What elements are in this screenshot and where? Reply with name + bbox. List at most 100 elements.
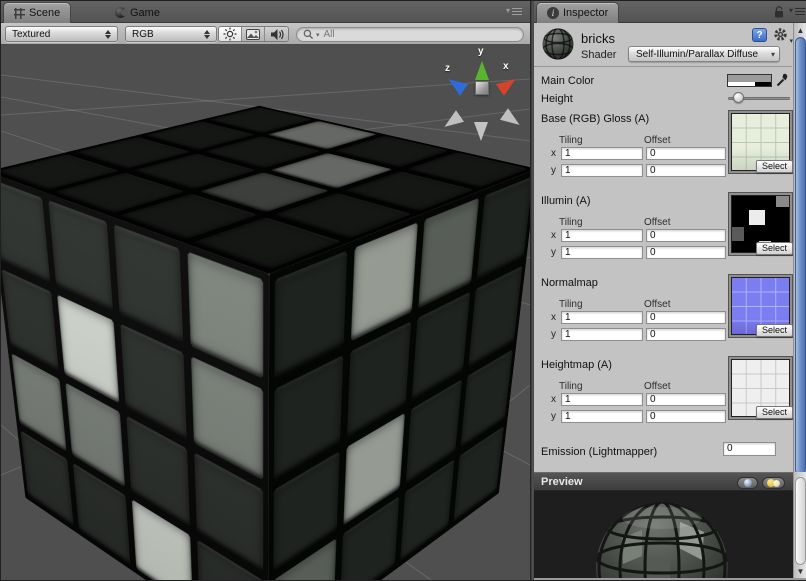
select-button[interactable]: Select	[756, 242, 793, 255]
height-slider-knob[interactable]	[733, 92, 744, 103]
tiling-x-field[interactable]: 1	[561, 311, 643, 324]
gizmo-x-axis-cone[interactable]	[496, 73, 520, 95]
cube-tile-right	[468, 266, 522, 367]
shader-label: Shader	[581, 49, 616, 61]
inspector-pane-menu-icon[interactable]: ▾	[789, 7, 805, 15]
select-button[interactable]: Select	[756, 406, 793, 419]
main-color-swatch[interactable]	[727, 74, 772, 87]
offset-y-field[interactable]: 0	[646, 328, 726, 341]
main-color-label: Main Color	[541, 75, 594, 87]
scene-viewport[interactable]: y x z	[1, 45, 530, 580]
offset-header: Offset	[644, 381, 671, 392]
inspector-scrollbar[interactable]: ▲	[793, 23, 806, 472]
tiling-y-field[interactable]: 1	[561, 164, 643, 177]
map-section-illumin: Illumin (A) Select Tiling Offset x 1 0 y…	[534, 193, 806, 275]
y-row-label: y	[551, 165, 556, 176]
scene-tabbar: Scene Game ▾	[1, 1, 530, 23]
scene-pane-menu-icon[interactable]: ▾	[506, 7, 522, 15]
map-label: Illumin (A)	[541, 195, 591, 207]
gizmo-y-axis-cone[interactable]	[475, 61, 489, 80]
shader-dropdown-value: Self-Illumin/Parallax Diffuse	[636, 49, 758, 60]
x-row-label: x	[551, 230, 556, 241]
audio-toggle-button[interactable]	[265, 27, 288, 41]
scene-toolbar: Textured RGB	[1, 23, 530, 45]
inspector-tabbar: i Inspector ▾	[534, 1, 806, 23]
x-row-label: x	[551, 394, 556, 405]
tiling-y-field[interactable]: 1	[561, 246, 643, 259]
gizmo-z-label: z	[445, 63, 450, 74]
render-mode-dropdown[interactable]: Textured	[5, 26, 118, 42]
updown-arrows-icon	[204, 30, 210, 39]
search-scope-label: All	[324, 29, 335, 40]
offset-y-field[interactable]: 0	[646, 246, 726, 259]
y-row-label: y	[551, 411, 556, 422]
tab-game-label: Game	[130, 7, 160, 19]
offset-x-field[interactable]: 0	[646, 147, 726, 160]
tab-inspector[interactable]: i Inspector	[536, 2, 619, 23]
tiling-y-field[interactable]: 1	[561, 410, 643, 423]
lighting-toggle-button[interactable]	[219, 27, 242, 41]
alpha-bar	[728, 82, 771, 86]
search-input[interactable]: ▾ All	[296, 27, 524, 42]
lock-icon[interactable]	[773, 6, 785, 19]
speaker-icon	[270, 28, 284, 41]
scrollbar-thumb[interactable]	[795, 37, 806, 475]
tiling-x-field[interactable]: 1	[561, 393, 643, 406]
select-button[interactable]: Select	[756, 324, 793, 337]
offset-header: Offset	[644, 299, 671, 310]
tiling-y-field[interactable]: 1	[561, 328, 643, 341]
preview-area[interactable]	[534, 491, 806, 578]
tiling-x-field[interactable]: 1	[561, 229, 643, 242]
offset-x-field[interactable]: 0	[646, 229, 726, 242]
gizmo-center-cube[interactable]	[475, 81, 489, 95]
eyedropper-icon[interactable]	[775, 71, 788, 88]
color-mode-value: RGB	[132, 29, 198, 40]
tiling-x-field[interactable]: 1	[561, 147, 643, 160]
tab-scene[interactable]: Scene	[3, 2, 71, 23]
scrollbar-thumb[interactable]	[795, 477, 806, 565]
unity-window: Scene Game ▾ Textured RGB	[0, 0, 806, 581]
map-section-heightmap: Heightmap (A) Select Tiling Offset x 1 0…	[534, 357, 806, 439]
gizmo-x-label: x	[503, 61, 509, 72]
color-mode-dropdown[interactable]: RGB	[125, 26, 217, 42]
skybox-toggle-button[interactable]	[242, 27, 265, 41]
map-label: Base (RGB) Gloss (A)	[541, 113, 649, 125]
preview-sphere	[592, 496, 732, 578]
inspector-pane: i Inspector ▾	[534, 1, 806, 580]
gear-menu-button[interactable]: ▾	[773, 27, 791, 43]
height-label: Height	[541, 93, 573, 105]
shader-dropdown[interactable]: Self-Illumin/Parallax Diffuse ▾	[628, 46, 780, 62]
light-off-icon	[773, 480, 780, 487]
gizmo-z-axis-cone[interactable]	[444, 73, 468, 95]
material-sphere-icon	[541, 27, 575, 61]
select-button[interactable]: Select	[756, 160, 793, 173]
offset-y-field[interactable]: 0	[646, 164, 726, 177]
gizmo-minus-y-cone[interactable]	[474, 122, 488, 141]
render-mode-value: Textured	[12, 29, 99, 40]
help-button[interactable]: ?	[752, 28, 767, 42]
scroll-down-arrow-icon[interactable]: ▼	[794, 567, 806, 576]
preview-model-button[interactable]	[737, 477, 758, 489]
tab-game[interactable]: Game	[105, 2, 170, 23]
updown-arrows-icon	[105, 30, 111, 39]
tiling-header: Tiling	[559, 135, 583, 146]
sphere-icon	[744, 479, 752, 487]
preview-header[interactable]: Preview	[534, 472, 806, 491]
offset-y-field[interactable]: 0	[646, 410, 726, 423]
separator	[534, 66, 792, 67]
window-edge	[534, 578, 806, 580]
preview-scrollbar[interactable]: ▼	[793, 472, 806, 578]
offset-x-field[interactable]: 0	[646, 311, 726, 324]
view-toggles	[218, 26, 289, 42]
offset-x-field[interactable]: 0	[646, 393, 726, 406]
preview-light-toggle[interactable]	[762, 477, 785, 489]
tab-scene-label: Scene	[29, 7, 60, 19]
scene-grid-icon	[14, 8, 25, 19]
map-section-normalmap: Normalmap Select Tiling Offset x 1 0 y 1…	[534, 275, 806, 357]
tiling-header: Tiling	[559, 381, 583, 392]
chevron-down-icon: ▾	[771, 50, 775, 59]
emission-field[interactable]: 0	[723, 442, 776, 456]
scroll-up-arrow-icon[interactable]: ▲	[794, 26, 806, 35]
inspector-body: bricks Shader Self-Illumin/Parallax Diff…	[534, 23, 806, 472]
x-row-label: x	[551, 312, 556, 323]
